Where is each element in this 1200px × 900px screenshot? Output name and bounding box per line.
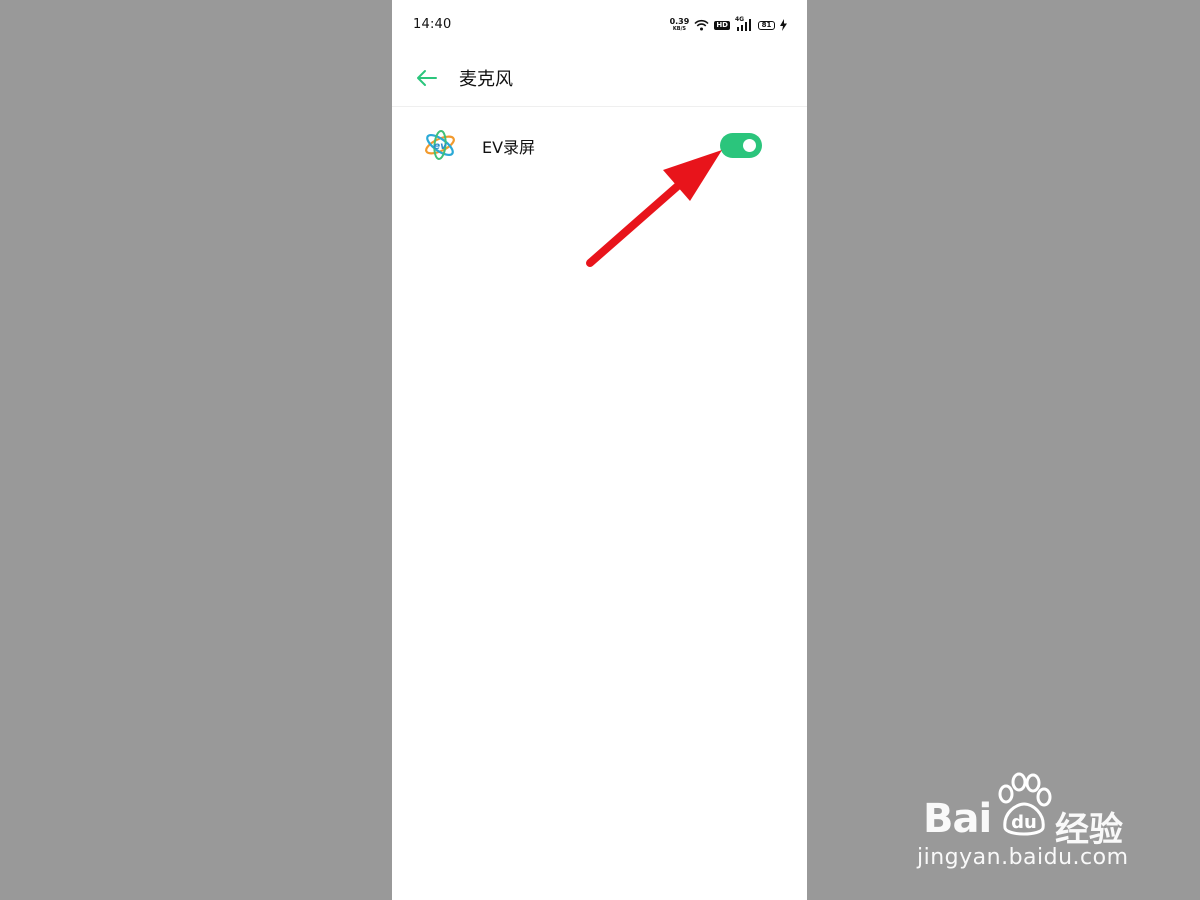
battery-icon: 81	[758, 20, 775, 30]
battery-level: 81	[761, 20, 772, 29]
network-speed: 0.39 KB/S	[670, 18, 690, 32]
app-name: EV录屏	[482, 138, 536, 157]
svg-text:ev: ev	[433, 141, 447, 152]
back-button[interactable]	[414, 66, 440, 90]
microphone-permission-toggle[interactable]	[720, 133, 762, 158]
wifi-icon	[694, 19, 709, 31]
toggle-knob	[743, 139, 756, 152]
status-icons: 0.39 KB/S HD 4G 81	[670, 16, 787, 34]
list-item-ev-recorder[interactable]: ev EV录屏	[392, 112, 807, 178]
page-title: 麦克风	[459, 69, 513, 90]
watermark-brand-cn: 经验	[1055, 810, 1123, 850]
watermark-url: jingyan.baidu.com	[917, 845, 1129, 870]
ev-recorder-app-icon: ev	[425, 130, 455, 160]
status-bar: 14:40 0.39 KB/S HD 4G 81	[392, 0, 807, 50]
charging-icon	[780, 19, 787, 31]
signal-icon: 4G	[735, 17, 753, 32]
hd-icon: HD	[714, 20, 730, 30]
baidu-watermark: du Bai 经验 jingyan.baidu.com	[915, 772, 1145, 882]
svg-text:du: du	[1011, 812, 1037, 833]
watermark-brand: Bai	[923, 796, 992, 842]
phone-screen: 14:40 0.39 KB/S HD 4G 81 麦克风 ev EV录屏	[392, 0, 807, 900]
network-speed-unit: KB/S	[672, 26, 687, 32]
baidu-paw-logo: du	[998, 772, 1052, 836]
status-time: 14:40	[413, 17, 452, 32]
page-header: 麦克风	[392, 50, 807, 107]
back-arrow-icon	[417, 70, 437, 86]
screenshot-stage: 14:40 0.39 KB/S HD 4G 81 麦克风 ev EV录屏 du …	[0, 0, 1200, 900]
network-speed-value: 0.39	[669, 17, 690, 26]
